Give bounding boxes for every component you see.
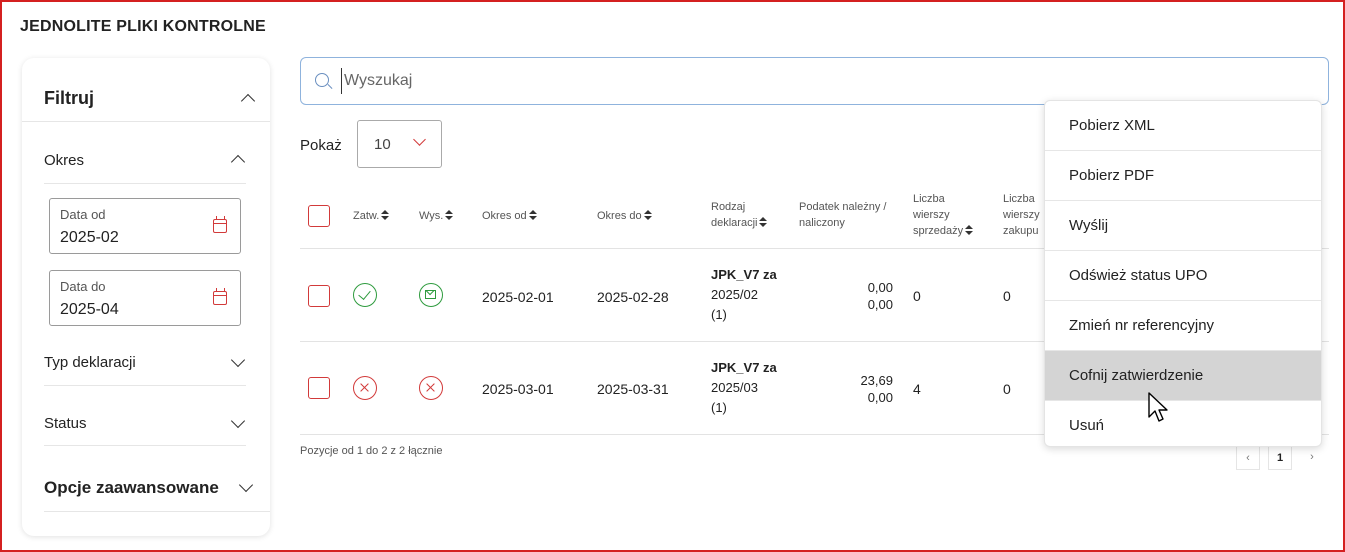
menu-item-change-reference[interactable]: Zmień nr referencyjny	[1045, 301, 1321, 351]
chevron-down-icon[interactable]	[238, 477, 254, 493]
typ-label: Typ deklaracji	[44, 354, 136, 371]
sort-icon[interactable]	[445, 210, 454, 220]
calendar-icon[interactable]	[213, 216, 227, 233]
row-okres-od: 2025-02-01	[482, 289, 554, 305]
chevron-up-icon[interactable]	[230, 154, 246, 170]
approved-check-icon	[353, 283, 377, 307]
row-tax-amounts: 0,00 0,00	[867, 280, 893, 312]
select-all-checkbox[interactable]	[308, 205, 330, 227]
col-header-wys[interactable]: Wys.	[419, 208, 454, 224]
sent-mail-icon	[419, 283, 443, 307]
page-title: JEDNOLITE PLIKI KONTROLNE	[20, 18, 266, 35]
col-header-rodzaj[interactable]: Rodzaj deklaracji	[711, 199, 768, 231]
menu-item-revert-approval[interactable]: Cofnij zatwierdzenie	[1045, 351, 1321, 401]
prev-page-button[interactable]: ‹	[1236, 446, 1260, 470]
not-sent-x-icon	[419, 376, 443, 400]
page-size-label: Pokaż	[300, 137, 342, 154]
page-1-button[interactable]: 1	[1268, 446, 1292, 470]
col-header-zakup[interactable]: Liczba wierszy zakupu	[1003, 191, 1040, 239]
filter-section-advanced[interactable]: Opcje zaawansowane	[44, 458, 270, 512]
col-header-podatek: Podatek należny / naliczony	[799, 201, 887, 229]
sort-icon[interactable]	[381, 210, 390, 220]
date-from-value: 2025-02	[60, 229, 119, 246]
filter-header-label: Filtruj	[44, 88, 94, 108]
col-header-okres-od[interactable]: Okres od	[482, 208, 537, 224]
row-checkbox[interactable]	[308, 377, 330, 399]
page-size-select[interactable]: 10	[357, 120, 442, 168]
row-okres-do: 2025-02-28	[597, 289, 669, 305]
next-page-button[interactable]: ›	[1300, 446, 1324, 470]
search-box[interactable]	[300, 57, 1329, 105]
okres-label: Okres	[44, 152, 85, 169]
row-sales-count: 0	[913, 288, 921, 304]
not-approved-x-icon	[353, 376, 377, 400]
row-purchase-count: 0	[1003, 381, 1011, 397]
advanced-label: Opcje zaawansowane	[44, 478, 219, 497]
row-sales-count: 4	[913, 381, 921, 397]
date-from-field[interactable]: Data od 2025-02	[49, 198, 241, 254]
row-tax-amounts: 23,69 0,00	[860, 373, 893, 405]
sort-icon[interactable]	[528, 210, 537, 220]
col-header-sprzedaz[interactable]: Liczba wierszy sprzedaży	[913, 191, 974, 239]
chevron-down-icon[interactable]	[413, 133, 426, 146]
chevron-down-icon[interactable]	[230, 413, 246, 429]
date-to-value: 2025-04	[60, 301, 119, 318]
menu-item-refresh-upo[interactable]: Odśwież status UPO	[1045, 251, 1321, 301]
sort-icon[interactable]	[759, 217, 768, 227]
menu-item-download-xml[interactable]: Pobierz XML	[1045, 101, 1321, 151]
menu-item-download-pdf[interactable]: Pobierz PDF	[1045, 151, 1321, 201]
date-to-label: Data do	[60, 279, 106, 294]
filter-section-status[interactable]: Status	[44, 398, 246, 446]
sort-icon[interactable]	[643, 210, 652, 220]
chevron-down-icon[interactable]	[230, 352, 246, 368]
row-declaration[interactable]: JPK_V7 za 2025/03 (1)	[711, 358, 777, 418]
page-size-value: 10	[374, 136, 391, 153]
filter-header[interactable]: Filtruj	[22, 58, 270, 122]
menu-item-delete[interactable]: Usuń	[1045, 401, 1321, 446]
col-header-okres-do[interactable]: Okres do	[597, 208, 652, 224]
chevron-up-icon[interactable]	[240, 93, 256, 109]
row-purchase-count: 0	[1003, 288, 1011, 304]
row-declaration[interactable]: JPK_V7 za 2025/02 (1)	[711, 265, 777, 325]
filter-section-typ[interactable]: Typ deklaracji	[44, 338, 246, 386]
calendar-icon[interactable]	[213, 288, 227, 305]
date-to-field[interactable]: Data do 2025-04	[49, 270, 241, 326]
row-okres-od: 2025-03-01	[482, 381, 554, 397]
sort-icon[interactable]	[965, 225, 974, 235]
mouse-cursor-icon	[1148, 392, 1168, 422]
row-checkbox[interactable]	[308, 285, 330, 307]
menu-item-send[interactable]: Wyślij	[1045, 201, 1321, 251]
col-header-zatw[interactable]: Zatw.	[353, 208, 390, 224]
row-actions-menu: Pobierz XML Pobierz PDF Wyślij Odśwież s…	[1044, 100, 1322, 447]
date-from-label: Data od	[60, 207, 106, 222]
search-icon	[315, 73, 329, 87]
status-label: Status	[44, 415, 87, 432]
filter-section-okres[interactable]: Okres	[44, 122, 246, 184]
search-input[interactable]	[341, 68, 1241, 94]
row-okres-do: 2025-03-31	[597, 381, 669, 397]
filter-sidebar: Filtruj Okres Data od 2025-02 Data do 20…	[22, 58, 270, 536]
pagination-summary: Pozycje od 1 do 2 z 2 łącznie	[300, 445, 443, 457]
